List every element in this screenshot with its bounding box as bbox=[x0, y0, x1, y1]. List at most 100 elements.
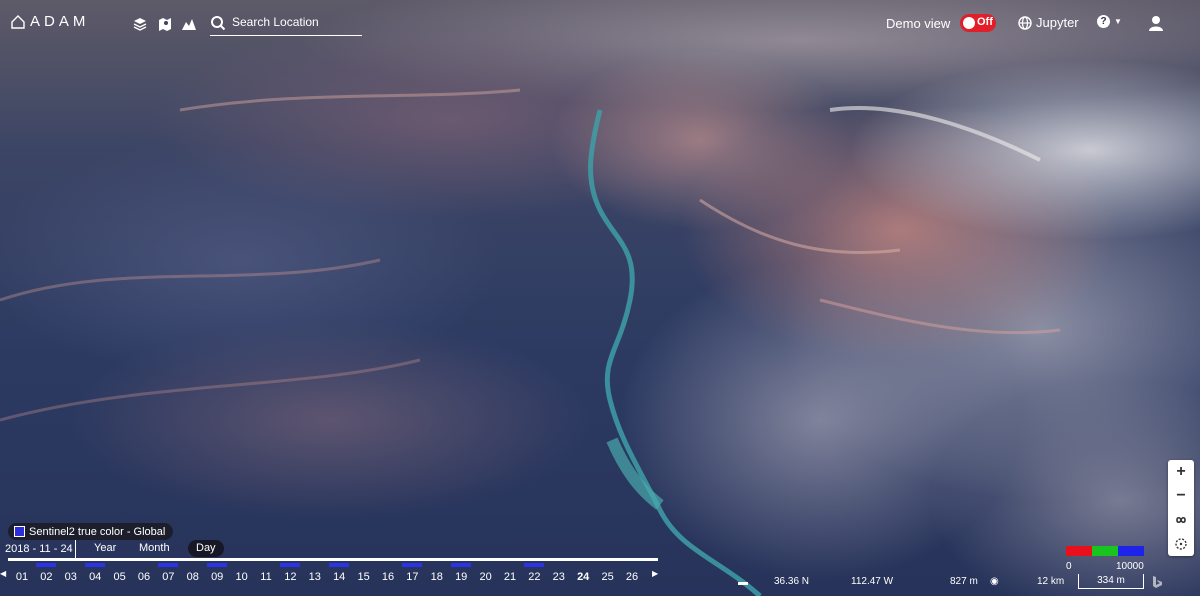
zoom-in-button[interactable]: + bbox=[1168, 460, 1194, 484]
timeline-day-06[interactable]: 06 bbox=[132, 563, 156, 583]
timeline-day-05[interactable]: 05 bbox=[108, 563, 132, 583]
day-label: 05 bbox=[113, 571, 126, 583]
timeline-day-08[interactable]: 08 bbox=[181, 563, 205, 583]
timeline-day-04[interactable]: 04 bbox=[83, 563, 107, 583]
timeline-day-19[interactable]: 19 bbox=[449, 563, 473, 583]
day-availability-bar bbox=[524, 563, 545, 567]
legend-blue-band bbox=[1118, 546, 1144, 556]
help-menu[interactable]: ? ▼ bbox=[1097, 15, 1122, 28]
app-logo[interactable]: ADAM bbox=[10, 13, 89, 30]
day-label: 04 bbox=[89, 571, 102, 583]
timeline-track[interactable] bbox=[8, 558, 658, 561]
timeline-day-07[interactable]: 07 bbox=[156, 563, 180, 583]
jupyter-button[interactable]: Jupyter bbox=[1018, 15, 1079, 30]
timeline-day-14[interactable]: 14 bbox=[327, 563, 351, 583]
terrain-map-view[interactable] bbox=[0, 0, 1200, 596]
day-label: 03 bbox=[64, 571, 77, 583]
day-availability-bar bbox=[12, 563, 32, 567]
map-icon[interactable] bbox=[157, 16, 173, 32]
zoom-controls: + − bbox=[1168, 460, 1194, 556]
timeline-day-09[interactable]: 09 bbox=[205, 563, 229, 583]
timeline-day-21[interactable]: 21 bbox=[498, 563, 522, 583]
day-label: 23 bbox=[552, 571, 565, 583]
day-label: 06 bbox=[137, 571, 151, 583]
day-availability-bar bbox=[85, 563, 106, 567]
mode-year-button[interactable]: Year bbox=[86, 540, 124, 557]
day-label: 13 bbox=[308, 571, 321, 583]
demo-view-label: Demo view bbox=[886, 16, 951, 31]
day-availability-bar bbox=[183, 563, 203, 567]
day-label: 11 bbox=[260, 571, 272, 583]
timeline-next-arrow-icon[interactable]: ▶ bbox=[652, 569, 658, 578]
day-label: 17 bbox=[406, 571, 419, 583]
date-separator bbox=[75, 540, 76, 558]
timeline-day-11[interactable]: 11 bbox=[254, 563, 278, 583]
user-icon[interactable] bbox=[1147, 14, 1165, 32]
day-availability-bar bbox=[280, 563, 301, 567]
day-label: 10 bbox=[235, 571, 248, 583]
timeline-day-13[interactable]: 13 bbox=[303, 563, 327, 583]
day-label: 26 bbox=[625, 571, 639, 583]
day-label: 01 bbox=[15, 571, 29, 583]
jupyter-label: Jupyter bbox=[1036, 15, 1079, 30]
timeline-day-25[interactable]: 25 bbox=[596, 563, 620, 583]
day-label: 08 bbox=[186, 571, 199, 583]
river-overlay bbox=[0, 88, 1061, 596]
legend-green-band bbox=[1092, 546, 1118, 556]
timeline-day-03[interactable]: 03 bbox=[59, 563, 83, 583]
help-icon: ? bbox=[1097, 15, 1110, 28]
mode-month-button[interactable]: Month bbox=[131, 540, 178, 557]
terrain-3d-icon[interactable] bbox=[181, 16, 197, 32]
timeline-day-23[interactable]: 23 bbox=[547, 563, 571, 583]
legend-max-value: 10000 bbox=[1116, 561, 1144, 572]
timeline-day-10[interactable]: 10 bbox=[230, 563, 254, 583]
timeline-days: 01 02 03 04 05 06 07 08 09 10 11 12 13 14 15 16 17 18 19 20… bbox=[10, 563, 650, 591]
mode-day-button[interactable]: Day bbox=[188, 540, 224, 557]
timeline-day-26[interactable]: 26 bbox=[620, 563, 644, 583]
day-availability-bar bbox=[573, 563, 593, 567]
legend-red-band bbox=[1066, 546, 1092, 556]
day-availability-bar bbox=[402, 563, 423, 567]
layers-icon[interactable] bbox=[132, 16, 148, 32]
toggle-state-label: Off bbox=[977, 16, 993, 28]
day-availability-bar bbox=[427, 563, 447, 567]
day-label: 15 bbox=[357, 571, 370, 583]
legend-min-value: 0 bbox=[1066, 561, 1072, 572]
home-logo-icon bbox=[11, 14, 25, 29]
legend-color-bar bbox=[1066, 546, 1144, 556]
day-availability-bar bbox=[549, 563, 569, 567]
timeline-day-18[interactable]: 18 bbox=[425, 563, 449, 583]
toggle-knob bbox=[963, 17, 975, 29]
compass-icon bbox=[1175, 538, 1187, 550]
day-label: 20 bbox=[479, 571, 492, 583]
timeline-day-15[interactable]: 15 bbox=[352, 563, 376, 583]
bing-logo-icon bbox=[1153, 576, 1162, 588]
day-label: 09 bbox=[211, 571, 224, 583]
caret-down-icon: ▼ bbox=[1114, 17, 1122, 26]
timeline-day-22[interactable]: 22 bbox=[522, 563, 546, 583]
timeline-day-20[interactable]: 20 bbox=[474, 563, 498, 583]
timeline-prev-arrow-icon[interactable]: ◀ bbox=[0, 569, 6, 578]
day-availability-bar bbox=[256, 563, 276, 567]
eye-icon: ◉ bbox=[990, 576, 999, 587]
timeline-day-16[interactable]: 16 bbox=[376, 563, 400, 583]
tilt-view-button[interactable] bbox=[1168, 508, 1194, 532]
timeline-day-12[interactable]: 12 bbox=[278, 563, 302, 583]
demo-view-toggle[interactable]: Off bbox=[960, 14, 996, 32]
search-icon[interactable] bbox=[210, 15, 226, 31]
layer-color-swatch bbox=[14, 526, 25, 537]
timeline-day-01[interactable]: 01 bbox=[10, 563, 34, 583]
day-label: 24 bbox=[577, 571, 590, 583]
active-layer-chip[interactable]: Sentinel2 true color - Global bbox=[8, 523, 174, 540]
day-availability-bar bbox=[598, 563, 618, 567]
scale-bar: 334 m bbox=[1078, 574, 1144, 589]
rotate-view-button[interactable] bbox=[1168, 532, 1194, 556]
timeline-day-17[interactable]: 17 bbox=[400, 563, 424, 583]
zoom-out-button[interactable]: − bbox=[1168, 484, 1194, 508]
logo-text: ADAM bbox=[30, 13, 90, 30]
timeline-day-24[interactable]: 24 bbox=[571, 563, 595, 583]
day-availability-bar bbox=[110, 563, 130, 567]
day-availability-bar bbox=[36, 563, 57, 567]
search-location-input[interactable] bbox=[232, 14, 360, 30]
timeline-day-02[interactable]: 02 bbox=[34, 563, 58, 583]
